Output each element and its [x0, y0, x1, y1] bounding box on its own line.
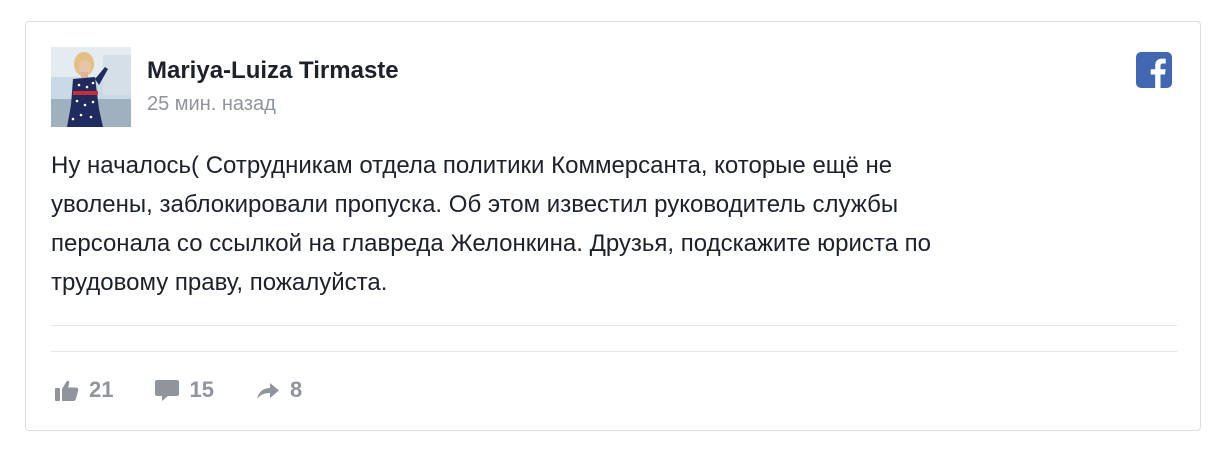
- post-timestamp[interactable]: 25 мин. назад: [147, 93, 276, 116]
- post-actions: 21 15 8: [53, 375, 342, 405]
- share-arrow-icon: [254, 377, 282, 403]
- comment-bubble-icon: [153, 377, 181, 403]
- author-name[interactable]: Mariya-Luiza Tirmaste: [147, 57, 399, 85]
- post-text: Ну началось( Сотрудникам отдела политики…: [51, 152, 931, 296]
- thumbs-up-icon: [53, 377, 81, 403]
- like-button[interactable]: 21: [53, 377, 113, 403]
- share-button[interactable]: 8: [254, 377, 302, 403]
- comment-button[interactable]: 15: [153, 377, 214, 403]
- share-count: 8: [289, 377, 303, 402]
- facebook-post-card: Mariya-Luiza Tirmaste 25 мин. назад Ну н…: [25, 21, 1201, 431]
- divider: [51, 325, 1177, 326]
- like-count: 21: [89, 377, 114, 402]
- divider: [51, 351, 1177, 352]
- comment-count: 15: [189, 377, 214, 402]
- avatar-photo: [51, 47, 131, 127]
- facebook-icon[interactable]: [1136, 52, 1172, 88]
- avatar[interactable]: [51, 47, 131, 127]
